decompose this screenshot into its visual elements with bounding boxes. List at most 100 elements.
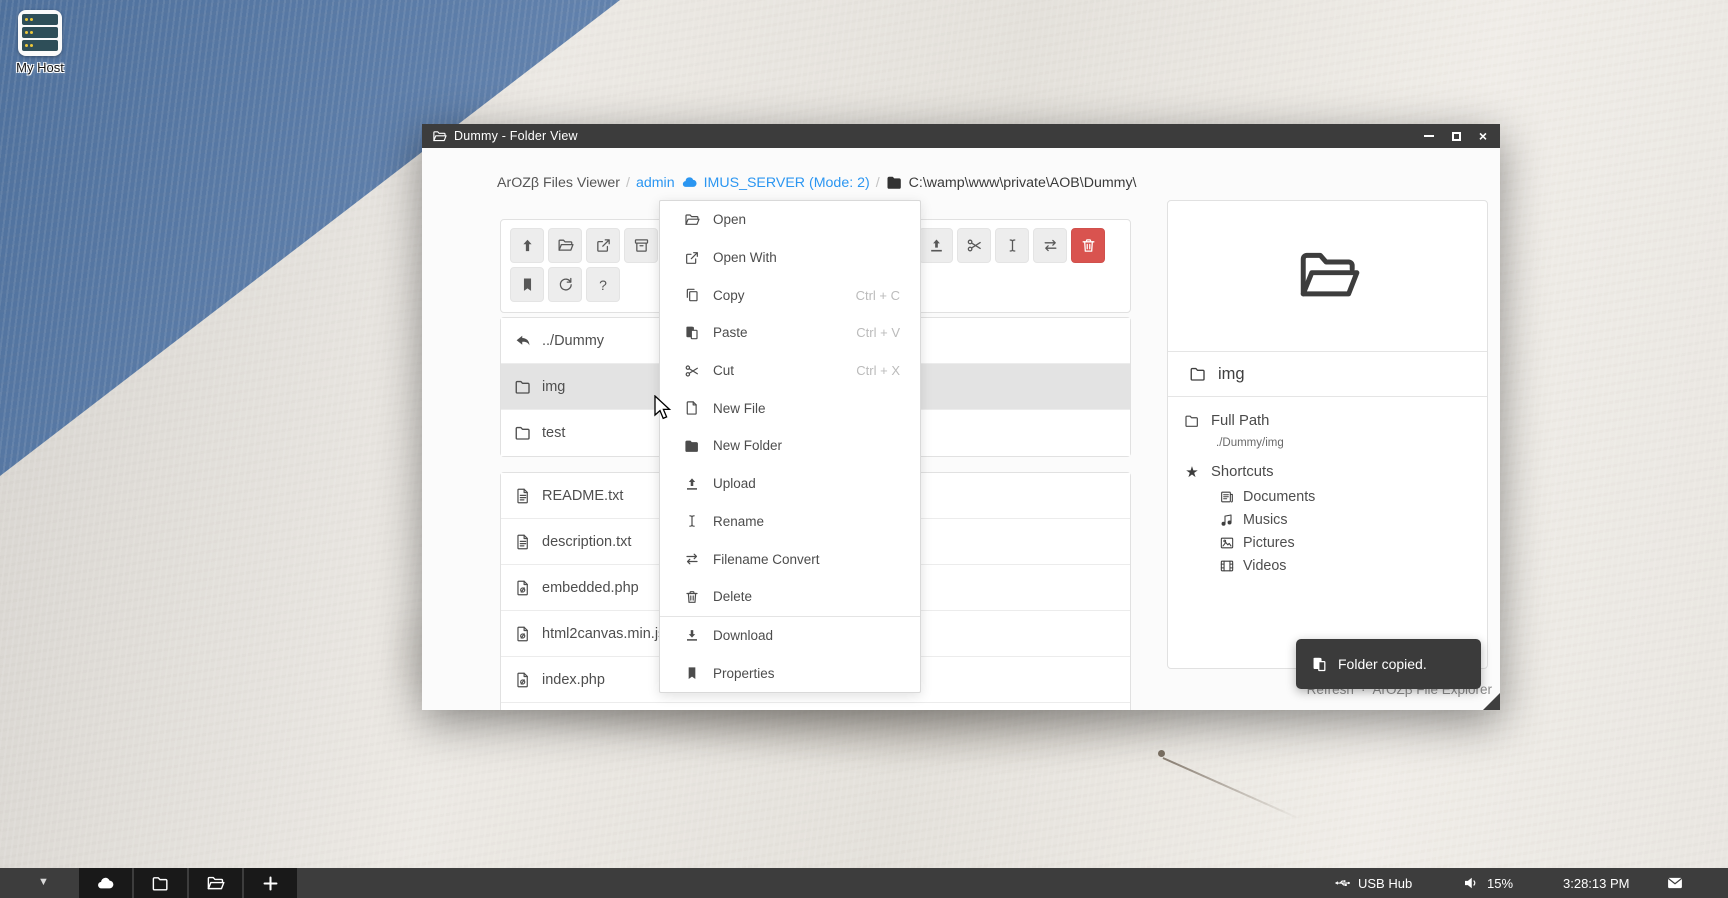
star-icon: ★ <box>1184 463 1200 481</box>
taskbar-tile-add[interactable] <box>244 868 297 898</box>
menu-item-rename[interactable]: Rename <box>660 503 920 541</box>
menu-item-paste[interactable]: Paste Ctrl + V <box>660 314 920 352</box>
taskbar-tile-cloud[interactable] <box>79 868 132 898</box>
menu-item-filename-convert[interactable]: Filename Convert <box>660 540 920 578</box>
menu-item-new-folder[interactable]: New Folder <box>660 427 920 465</box>
shortcuts-label: Shortcuts <box>1211 464 1274 480</box>
menu-item-label: New Folder <box>713 438 782 453</box>
usb-icon <box>1333 874 1351 892</box>
file-row-clipped <box>501 703 1130 710</box>
menu-item-cut[interactable]: Cut Ctrl + X <box>660 352 920 390</box>
menu-item-download[interactable]: Download <box>660 617 920 655</box>
go-up-button[interactable] <box>510 228 544 263</box>
menu-item-label: Open With <box>713 250 777 265</box>
cloud-icon <box>96 874 115 893</box>
archive-icon <box>633 237 650 254</box>
desktop-icon-label: My Host <box>8 60 72 75</box>
code-file-icon <box>514 579 532 597</box>
shortcut-videos[interactable]: Videos <box>1219 558 1487 574</box>
volume-tray-item[interactable]: 15% <box>1462 868 1513 898</box>
help-button[interactable]: ? <box>586 267 620 302</box>
swap-icon <box>1042 237 1059 254</box>
external-link-icon <box>595 237 612 254</box>
filename-convert-button[interactable] <box>1033 228 1067 263</box>
new-folder-icon <box>684 438 700 454</box>
delete-button[interactable] <box>1071 228 1105 263</box>
external-link-icon <box>684 250 700 266</box>
menu-item-shortcut: Ctrl + X <box>856 363 900 378</box>
folder-row-label: ../Dummy <box>542 333 604 349</box>
refresh-button[interactable] <box>548 267 582 302</box>
back-arrow-icon <box>514 332 532 350</box>
open-folder-icon <box>432 129 447 144</box>
menu-item-label: Open <box>713 212 746 227</box>
properties-button[interactable] <box>510 267 544 302</box>
folder-icon <box>1189 365 1207 383</box>
file-row-label: README.txt <box>542 488 623 504</box>
clock-label: 3:28:13 PM <box>1563 876 1630 891</box>
upload-icon <box>684 476 700 492</box>
maximize-button[interactable] <box>1449 129 1463 143</box>
menu-item-upload[interactable]: Upload <box>660 465 920 503</box>
shortcut-label: Documents <box>1243 489 1315 505</box>
desktop: My Host Dummy - Folder View × ArOZβ File… <box>0 0 1728 898</box>
download-icon <box>684 627 700 643</box>
toast-folder-copied: Folder copied. <box>1296 639 1481 689</box>
upload-button[interactable] <box>919 228 953 263</box>
paste-icon <box>1311 656 1328 673</box>
close-button[interactable]: × <box>1476 129 1490 143</box>
menu-item-label: Paste <box>713 325 748 340</box>
breadcrumb-user-link[interactable]: admin <box>636 175 675 191</box>
window-title: Dummy - Folder View <box>454 129 578 143</box>
code-file-icon <box>514 671 532 689</box>
scissors-icon <box>966 237 983 254</box>
minimize-button[interactable] <box>1422 129 1436 143</box>
open-button[interactable] <box>548 228 582 263</box>
breadcrumb-server-link[interactable]: IMUS_SERVER (Mode: 2) <box>704 175 870 191</box>
picture-icon <box>1219 535 1235 551</box>
scissors-icon <box>684 363 700 379</box>
menu-item-open-with[interactable]: Open With <box>660 239 920 277</box>
desktop-icon-my-host[interactable]: My Host <box>8 10 72 75</box>
rename-button[interactable] <box>995 228 1029 263</box>
clock: 3:28:13 PM <box>1563 868 1630 898</box>
file-row-label: index.php <box>542 672 605 688</box>
trash-icon <box>684 589 700 605</box>
menu-item-open[interactable]: Open <box>660 201 920 239</box>
mail-tray-item[interactable] <box>1666 868 1684 898</box>
taskbar-tile-open-folder[interactable] <box>189 868 242 898</box>
details-section: Full Path ./Dummy/img ★ Shortcuts Docume… <box>1168 396 1487 574</box>
archive-button[interactable] <box>624 228 658 263</box>
cut-button[interactable] <box>957 228 991 263</box>
window-titlebar[interactable]: Dummy - Folder View × <box>422 124 1500 148</box>
usb-label: USB Hub <box>1358 876 1412 891</box>
shortcut-musics[interactable]: Musics <box>1219 512 1487 528</box>
usb-tray-item[interactable]: USB Hub <box>1333 868 1412 898</box>
open-with-button[interactable] <box>586 228 620 263</box>
upload-icon <box>928 237 945 254</box>
server-bar <box>22 27 58 38</box>
taskbar-tile-folder[interactable] <box>134 868 187 898</box>
breadcrumb-separator: / <box>626 175 630 191</box>
menu-item-copy[interactable]: Copy Ctrl + C <box>660 276 920 314</box>
menu-item-label: Delete <box>713 589 752 604</box>
menu-item-label: Copy <box>713 288 745 303</box>
shortcut-pictures[interactable]: Pictures <box>1219 535 1487 551</box>
bookmark-icon <box>684 665 700 681</box>
menu-item-label: Filename Convert <box>713 552 820 567</box>
menu-item-new-file[interactable]: New File <box>660 389 920 427</box>
menu-item-properties[interactable]: Properties <box>660 654 920 692</box>
document-icon <box>1219 489 1235 505</box>
breadcrumb-path: C:\wamp\www\private\AOB\Dummy\ <box>909 175 1137 191</box>
breadcrumb: ArOZβ Files Viewer / admin IMUS_SERVER (… <box>497 174 1137 191</box>
menu-item-delete[interactable]: Delete <box>660 578 920 616</box>
text-file-icon <box>514 487 532 505</box>
selected-item-name-row: img <box>1168 351 1487 396</box>
window-resize-handle[interactable] <box>1483 693 1500 710</box>
question-icon: ? <box>599 277 607 293</box>
shortcut-documents[interactable]: Documents <box>1219 489 1487 505</box>
chevron-down-icon[interactable]: ▼ <box>38 876 49 888</box>
folder-icon <box>514 378 532 396</box>
volume-label: 15% <box>1487 876 1513 891</box>
open-folder-icon <box>206 874 225 893</box>
